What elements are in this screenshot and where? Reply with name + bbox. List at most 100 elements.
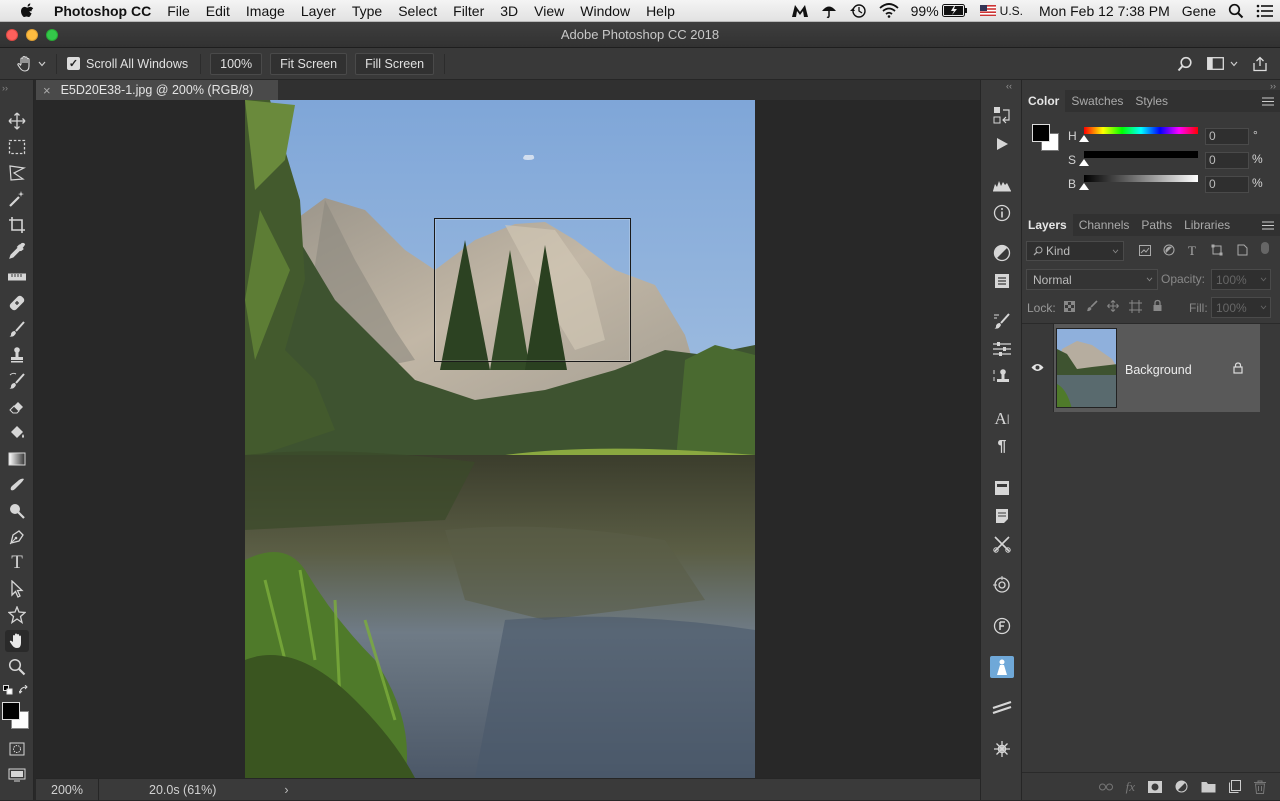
brightness-slider[interactable] [1084, 175, 1198, 182]
user-name[interactable]: Gene [1182, 3, 1216, 19]
menu-window[interactable]: Window [572, 0, 638, 22]
notes-panel-icon[interactable] [990, 505, 1014, 527]
color-panel-menu-icon[interactable] [1262, 97, 1274, 106]
tab-channels[interactable]: Channels [1073, 214, 1136, 236]
brightness-value-field[interactable]: 0 [1205, 176, 1249, 193]
clone-source-panel-icon[interactable] [990, 366, 1014, 388]
lock-artboard-icon[interactable] [1129, 300, 1142, 313]
layer-lock-icon[interactable] [1233, 362, 1243, 374]
zoom-tool-icon[interactable] [5, 656, 29, 678]
menu-select[interactable]: Select [390, 0, 445, 22]
search-icon[interactable] [1177, 56, 1193, 72]
filter-pixel-icon[interactable] [1139, 245, 1151, 256]
input-source[interactable]: U.S. [979, 4, 1023, 18]
layers-panel-menu-icon[interactable] [1262, 221, 1274, 230]
hue-value-field[interactable]: 0 [1205, 128, 1249, 145]
saturation-slider-thumb[interactable] [1079, 159, 1089, 166]
filter-smart-object-icon[interactable] [1236, 244, 1248, 256]
layer-filter-kind[interactable]: Kind [1026, 241, 1124, 261]
plugin-a-panel-icon[interactable] [990, 574, 1014, 596]
move-tool-icon[interactable] [5, 110, 29, 132]
brush-presets-panel-icon[interactable] [990, 338, 1014, 360]
lock-image-pixels-icon[interactable] [1086, 300, 1098, 312]
workspace-switcher[interactable] [1207, 57, 1238, 70]
new-adjustment-layer-icon[interactable] [1175, 780, 1188, 793]
clone-stamp-tool-icon[interactable] [5, 344, 29, 366]
ruler-tool-icon[interactable] [5, 266, 29, 288]
pen-tool-icon[interactable] [5, 526, 29, 548]
crop-tool-icon[interactable] [5, 214, 29, 236]
brush-settings-panel-icon[interactable] [990, 310, 1014, 332]
histogram-panel-icon[interactable] [990, 174, 1014, 196]
tool-presets-panel-icon[interactable] [990, 533, 1014, 555]
lasso-tool-icon[interactable] [5, 162, 29, 184]
history-panel-icon[interactable] [990, 104, 1014, 126]
tab-layers[interactable]: Layers [1022, 214, 1073, 236]
new-group-folder-icon[interactable] [1201, 781, 1216, 793]
selection-rectangle[interactable] [434, 218, 631, 362]
info-panel-icon[interactable] [990, 202, 1014, 224]
color-panel-foreground-swatch[interactable] [1032, 124, 1050, 142]
spotlight-icon[interactable] [1228, 3, 1244, 19]
menu-image[interactable]: Image [238, 0, 293, 22]
share-icon[interactable] [1252, 56, 1268, 72]
add-mask-icon[interactable] [1148, 780, 1162, 793]
eraser-tool-icon[interactable] [5, 396, 29, 418]
opacity-field[interactable]: 100% [1211, 269, 1271, 290]
history-brush-tool-icon[interactable] [5, 370, 29, 392]
swap-colors-icon[interactable] [19, 685, 29, 695]
layer-row[interactable]: Background [1022, 324, 1280, 412]
fill-field[interactable]: 100% [1211, 297, 1271, 318]
tab-color[interactable]: Color [1022, 90, 1066, 112]
default-colors-icon[interactable] [3, 685, 13, 695]
hue-slider-thumb[interactable] [1079, 135, 1089, 142]
fonts-plugin-panel-icon[interactable] [990, 615, 1014, 637]
filter-type-icon[interactable]: T [1188, 243, 1196, 259]
fit-screen-button[interactable]: Fit Screen [270, 52, 348, 75]
expand-toolbar-icon[interactable]: ›› [2, 83, 8, 93]
scroll-all-windows-checkbox[interactable]: ✓ [67, 57, 80, 70]
menu-app-name[interactable]: Photoshop CC [54, 0, 159, 22]
menu-view[interactable]: View [526, 0, 572, 22]
menu-filter[interactable]: Filter [445, 0, 492, 22]
new-layer-icon[interactable] [1229, 780, 1241, 793]
healing-brush-tool-icon[interactable] [5, 292, 29, 314]
adjustments-panel-icon[interactable] [990, 242, 1014, 264]
properties-panel-icon[interactable] [990, 270, 1014, 292]
filter-adjustment-icon[interactable] [1163, 244, 1175, 256]
close-tab-icon[interactable]: × [43, 83, 51, 98]
zoom-100-button[interactable]: 100% [210, 52, 263, 75]
malwarebytes-icon[interactable] [791, 4, 809, 18]
tool-preset-picker[interactable] [16, 55, 46, 73]
hand-tool-icon[interactable] [5, 630, 29, 652]
tab-libraries[interactable]: Libraries [1178, 214, 1236, 236]
filter-shape-icon[interactable] [1211, 244, 1223, 256]
plugin-d-panel-icon[interactable] [990, 738, 1014, 760]
lock-all-icon[interactable] [1152, 299, 1163, 312]
plugin-b-panel-icon[interactable] [990, 656, 1014, 678]
wifi-icon[interactable] [879, 3, 899, 18]
type-tool-icon[interactable]: T [5, 552, 29, 574]
plugin-c-panel-icon[interactable] [990, 696, 1014, 718]
foreground-color-swatch[interactable] [2, 702, 20, 720]
quick-mask-icon[interactable] [5, 738, 29, 760]
path-selection-tool-icon[interactable] [5, 578, 29, 600]
zoom-window-button[interactable] [46, 29, 58, 41]
character-panel-icon[interactable]: A | [990, 408, 1014, 430]
paint-bucket-tool-icon[interactable] [5, 422, 29, 444]
link-layers-icon[interactable] [1098, 783, 1113, 791]
layer-name[interactable]: Background [1125, 363, 1192, 377]
custom-shape-tool-icon[interactable] [5, 604, 29, 626]
menu-file[interactable]: File [159, 0, 198, 22]
menu-edit[interactable]: Edit [198, 0, 238, 22]
screen-mode-icon[interactable] [5, 764, 29, 786]
collapse-panels-icon[interactable]: ‹‹ [1006, 81, 1012, 91]
saturation-slider[interactable] [1084, 151, 1198, 158]
saturation-value-field[interactable]: 0 [1205, 152, 1249, 169]
battery-status[interactable]: 99% [911, 3, 968, 19]
clock[interactable]: Mon Feb 12 7:38 PM [1039, 3, 1170, 19]
dodge-tool-icon[interactable] [5, 500, 29, 522]
gradient-tool-icon[interactable] [5, 448, 29, 470]
filter-toggle-switch[interactable] [1261, 242, 1269, 254]
document-tab[interactable]: × E5D20E38-1.jpg @ 200% (RGB/8) [36, 80, 278, 100]
